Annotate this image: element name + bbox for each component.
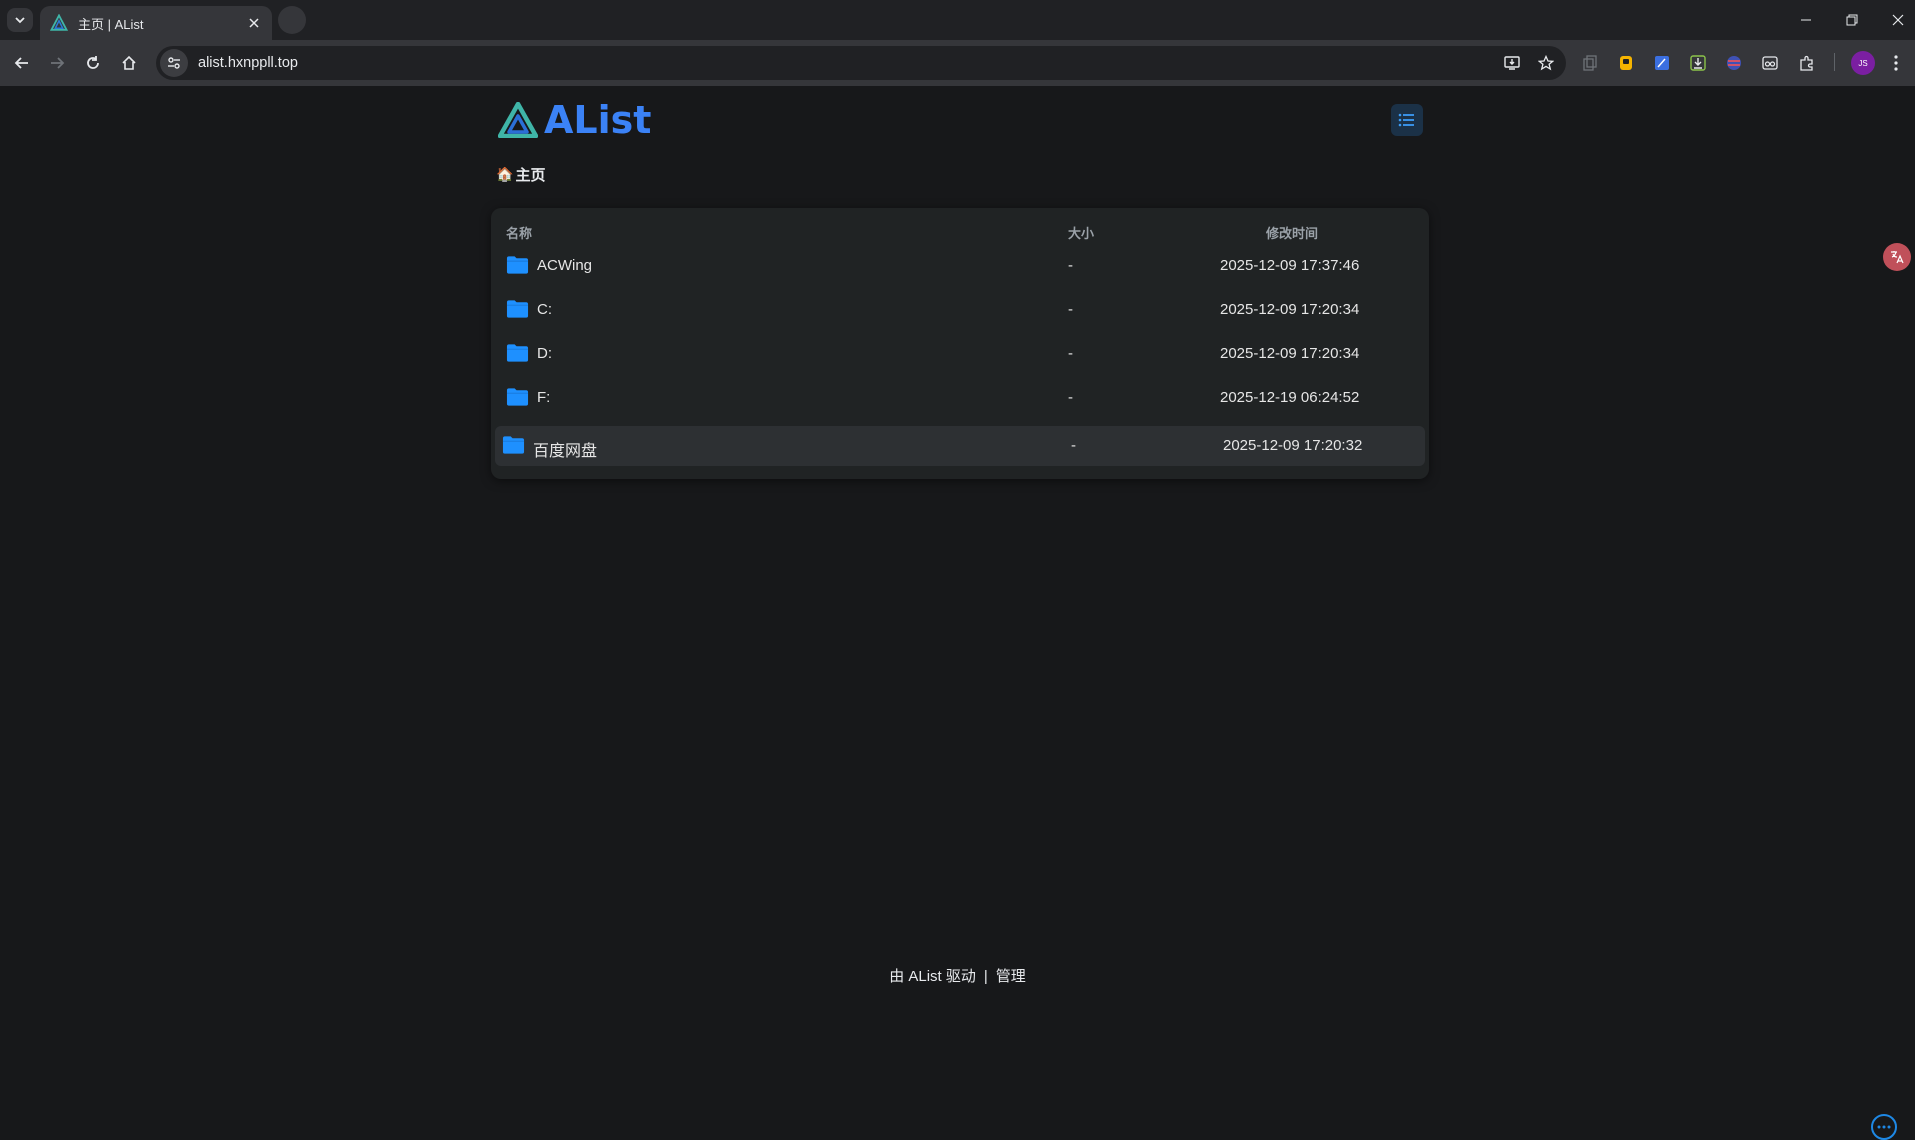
column-header-modified[interactable]: 修改时间 xyxy=(1266,223,1318,242)
new-tab-button[interactable] xyxy=(278,6,306,34)
browser-toolbar: alist.hxnppll.top JS xyxy=(0,40,1915,86)
more-options-button[interactable] xyxy=(1871,1114,1897,1140)
file-row[interactable]: C: - 2025-12-09 17:20:34 xyxy=(491,290,1429,330)
home-emoji-icon: 🏠 xyxy=(496,166,514,182)
page-content: AList 🏠 主页 名称 大小 修改时间 ACWing - 2025-12-0… xyxy=(0,86,1915,1140)
file-size: - xyxy=(1068,257,1073,274)
breadcrumb: 🏠 主页 xyxy=(496,164,545,185)
close-window-button[interactable] xyxy=(1875,0,1915,40)
file-list-panel: 名称 大小 修改时间 ACWing - 2025-12-09 17:37:46 … xyxy=(491,208,1429,479)
tab-title: 主页 | AList xyxy=(78,16,144,32)
file-name[interactable]: ACWing xyxy=(537,257,592,274)
chevron-down-icon xyxy=(15,17,25,24)
toolbar-separator xyxy=(1834,53,1835,71)
folder-icon xyxy=(506,256,529,274)
bookmark-star-icon[interactable] xyxy=(1532,49,1560,77)
browser-tabstrip: 主页 | AList xyxy=(0,0,1915,40)
tune-icon xyxy=(168,57,180,69)
file-modified: 2025-12-09 17:37:46 xyxy=(1220,257,1360,274)
file-name[interactable]: D: xyxy=(537,345,552,362)
extension-cookie-icon[interactable] xyxy=(1758,51,1782,75)
address-bar[interactable]: alist.hxnppll.top xyxy=(156,46,1566,80)
folder-icon xyxy=(506,388,529,406)
layout-toggle-button[interactable] xyxy=(1391,104,1423,136)
logo-text: AList xyxy=(544,98,652,142)
file-list-header: 名称 大小 修改时间 xyxy=(491,208,1429,248)
file-modified: 2025-12-19 06:24:52 xyxy=(1220,389,1360,406)
restore-button[interactable] xyxy=(1829,0,1875,40)
site-info-button[interactable] xyxy=(160,49,188,77)
alist-logo-icon xyxy=(498,102,538,138)
profile-avatar[interactable]: JS xyxy=(1851,51,1875,75)
home-icon xyxy=(122,55,136,70)
breadcrumb-home-link[interactable]: 主页 xyxy=(515,164,545,185)
arrow-left-icon xyxy=(14,57,28,69)
file-row[interactable]: F: - 2025-12-19 06:24:52 xyxy=(491,378,1429,418)
site-footer: 由 AList 驱动 | 管理 xyxy=(0,965,1915,986)
reload-button[interactable] xyxy=(79,49,107,77)
column-header-name[interactable]: 名称 xyxy=(506,223,532,242)
file-size: - xyxy=(1068,301,1073,318)
translate-float-button[interactable] xyxy=(1883,243,1911,271)
footer-separator: | xyxy=(983,968,988,985)
file-row[interactable]: D: - 2025-12-09 17:20:34 xyxy=(491,334,1429,374)
extension-yellow-icon[interactable] xyxy=(1614,51,1638,75)
extensions-puzzle-icon[interactable] xyxy=(1795,51,1819,75)
file-row[interactable]: ACWing - 2025-12-09 17:37:46 xyxy=(491,246,1429,286)
file-modified: 2025-12-09 17:20:32 xyxy=(1223,437,1363,454)
browser-menu-icon[interactable] xyxy=(1884,51,1908,75)
file-row-hovered[interactable]: 百度网盘 - 2025-12-09 17:20:32 xyxy=(495,426,1425,466)
file-size: - xyxy=(1068,345,1073,362)
manage-link[interactable]: 管理 xyxy=(996,968,1026,985)
extension-globe-icon[interactable] xyxy=(1722,51,1746,75)
extension-copy-icon[interactable] xyxy=(1578,51,1602,75)
forward-button[interactable] xyxy=(43,49,71,77)
extension-translate-icon[interactable] xyxy=(1650,51,1674,75)
alist-favicon-icon xyxy=(50,14,68,31)
back-button[interactable] xyxy=(8,49,36,77)
file-size: - xyxy=(1071,437,1076,454)
home-button[interactable] xyxy=(115,49,143,77)
tab-close-icon[interactable] xyxy=(246,15,262,31)
url-text[interactable]: alist.hxnppll.top xyxy=(198,55,1498,71)
file-size: - xyxy=(1068,389,1073,406)
file-name[interactable]: F: xyxy=(537,389,550,406)
folder-icon xyxy=(502,436,525,454)
site-header: AList xyxy=(498,94,1423,144)
site-logo[interactable]: AList xyxy=(498,98,651,142)
reload-icon xyxy=(87,56,99,69)
file-name[interactable]: 百度网盘 xyxy=(533,437,597,461)
file-name[interactable]: C: xyxy=(537,301,552,318)
minimize-button[interactable] xyxy=(1783,0,1829,40)
browser-tab-active[interactable]: 主页 | AList xyxy=(40,6,272,40)
arrow-right-icon xyxy=(51,57,65,69)
restore-icon xyxy=(1846,14,1858,26)
list-layout-icon xyxy=(1398,113,1414,127)
tab-search-button[interactable] xyxy=(7,8,33,32)
file-modified: 2025-12-09 17:20:34 xyxy=(1220,345,1360,362)
powered-by-link[interactable]: 由 AList 驱动 xyxy=(889,968,976,985)
close-icon xyxy=(1892,14,1904,26)
column-header-size[interactable]: 大小 xyxy=(1068,223,1094,242)
minimize-icon xyxy=(1801,19,1811,21)
folder-icon xyxy=(506,344,529,362)
translate-icon xyxy=(1891,251,1904,264)
install-app-icon[interactable] xyxy=(1498,49,1526,77)
extension-download-icon[interactable] xyxy=(1686,51,1710,75)
folder-icon xyxy=(506,300,529,318)
file-modified: 2025-12-09 17:20:34 xyxy=(1220,301,1360,318)
more-horizontal-icon xyxy=(1877,1125,1891,1129)
